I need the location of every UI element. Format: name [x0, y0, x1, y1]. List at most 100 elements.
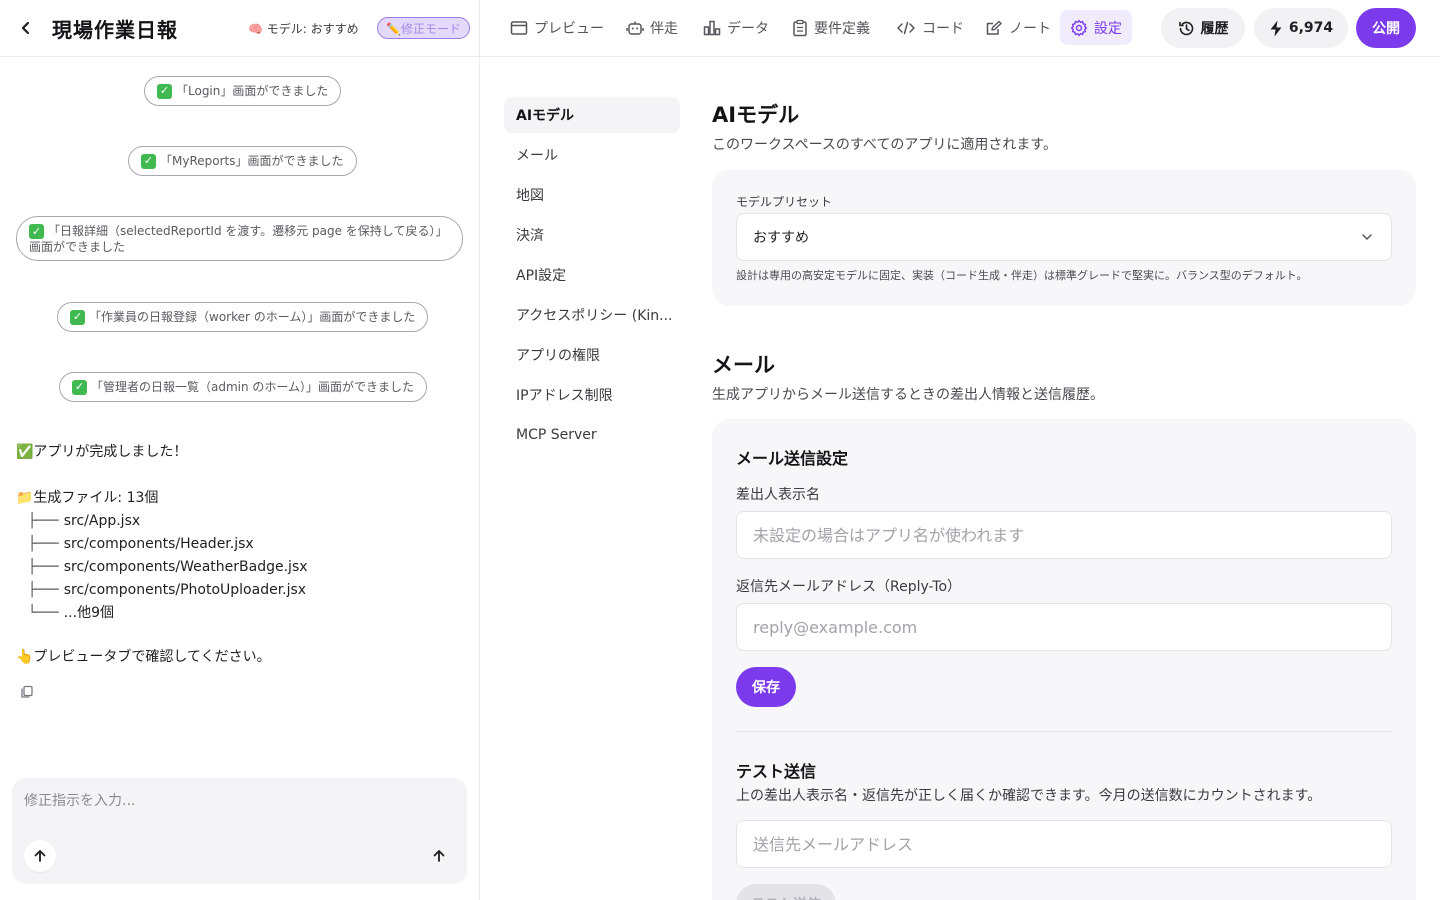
settings-nav-mcp-server[interactable]: MCP Server — [504, 417, 680, 453]
chart-icon — [703, 20, 721, 35]
preview-message: 👆プレビュータブで確認してください。 — [16, 649, 271, 665]
settings-nav-access-policy[interactable]: アクセスポリシー (Kin... — [504, 297, 680, 333]
tab-companion[interactable]: 伴走 — [616, 10, 688, 45]
arrow-up-icon — [433, 850, 445, 862]
publish-button[interactable]: 公開 — [1356, 8, 1416, 48]
settings-nav-mail[interactable]: メール — [504, 137, 680, 173]
settings-nav-api[interactable]: API設定 — [504, 257, 680, 293]
divider — [736, 731, 1392, 732]
sender-label: 差出人表示名 — [736, 487, 820, 503]
settings-nav-map[interactable]: 地図 — [504, 177, 680, 213]
tab-code[interactable]: コード — [886, 10, 974, 45]
model-indicator[interactable]: 🧠 モデル: おすすめ — [248, 20, 359, 37]
test-send-button[interactable]: テスト送信 — [736, 884, 836, 900]
tab-label: ノート — [1009, 20, 1051, 37]
file-tree-item: ├─── src/components/Header.jsx — [28, 536, 254, 552]
chat-header: 現場作業日報 🧠 モデル: おすすめ ✏️修正モード — [0, 0, 479, 57]
completion-message: ✅アプリが完成しました！ — [16, 444, 188, 460]
settings-nav-app-permissions[interactable]: アプリの権限 — [504, 337, 680, 373]
status-pill: ✓ 「MyReports」画面ができました — [128, 146, 357, 176]
save-button[interactable]: 保存 — [736, 667, 796, 707]
settings-nav-payment[interactable]: 決済 — [504, 217, 680, 253]
chat-composer — [12, 778, 467, 884]
lightning-icon — [1270, 20, 1282, 36]
reply-to-input[interactable] — [736, 603, 1392, 651]
preset-hint: 設計は専用の高安定モデルに固定、実装（コード生成・伴走）は標準グレードで堅実に。… — [736, 269, 1308, 282]
test-send-title: テスト送信 — [736, 762, 817, 781]
file-name: src/components/Header.jsx — [63, 536, 254, 552]
app-root: 現場作業日報 🧠 モデル: おすすめ ✏️修正モード ✓ 「Login」画面ができ… — [0, 0, 1440, 900]
edit-mode-badge[interactable]: ✏️修正モード — [377, 17, 470, 39]
mail-description: 生成アプリからメール送信するときの差出人情報と送信履歴。 — [712, 387, 1104, 403]
file-tree-item: ├─── src/components/PhotoUploader.jsx — [28, 582, 307, 598]
status-pill: ✓ 「作業員の日報登録（worker のホーム）」画面ができました — [57, 302, 429, 332]
file-tree: ├─── src/App.jsx ├─── src/components/Heade… — [28, 510, 308, 625]
robot-icon — [626, 21, 644, 35]
credits-count: 6,974 — [1288, 20, 1334, 36]
preset-label: モデルプリセット — [736, 195, 833, 209]
status-pill-text: 「日報詳細（selectedReportId を渡す。遷移元 page を保持し… — [29, 224, 448, 254]
tab-settings[interactable]: 設定 — [1060, 10, 1132, 45]
history-label: 履歴 — [1200, 21, 1229, 37]
settings-nav-ai-model[interactable]: AIモデル — [504, 97, 680, 133]
settings-sidebar: AIモデル メール 地図 決済 API設定 アクセスポリシー (Kin... ア… — [504, 97, 680, 457]
scroll-up-button[interactable] — [24, 840, 56, 872]
ai-model-title: AIモデル — [712, 103, 800, 127]
test-send-description: 上の差出人表示名・返信先が正しく届くか確認できます。今月の送信数にカウントされま… — [736, 788, 1322, 804]
gear-icon — [1070, 19, 1088, 36]
clipboard-icon — [793, 19, 807, 36]
tab-label: プレビュー — [534, 20, 604, 37]
reply-to-label: 返信先メールアドレス（Reply-To） — [736, 579, 962, 595]
tab-label: コード — [922, 20, 964, 37]
app-title: 現場作業日報 — [52, 18, 178, 42]
back-button[interactable] — [14, 16, 38, 40]
model-preset-value: おすすめ — [753, 230, 809, 246]
sender-name-input[interactable] — [736, 511, 1392, 559]
tab-label: 要件定義 — [814, 20, 870, 37]
file-tree-item: ├─── src/App.jsx — [28, 513, 141, 529]
chat-panel: 現場作業日報 🧠 モデル: おすすめ ✏️修正モード ✓ 「Login」画面ができ… — [0, 0, 480, 900]
history-icon — [1178, 21, 1193, 35]
tab-label: 設定 — [1094, 20, 1122, 37]
chat-log: ✓ 「Login」画面ができました ✓ 「MyReports」画面ができました ✓ 「… — [0, 57, 479, 762]
files-heading: 📁生成ファイル: 13個 — [16, 490, 159, 506]
check-icon: ✓ — [157, 83, 172, 99]
chevron-left-icon — [21, 21, 30, 35]
file-name: ...他9個 — [63, 605, 114, 621]
status-pill: ✓ 「日報詳細（selectedReportId を渡す。遷移元 page を保持… — [16, 216, 463, 261]
tab-notes[interactable]: ノート — [975, 10, 1061, 45]
check-icon: ✓ — [70, 309, 85, 325]
settings-content: AIモデル このワークスペースのすべてのアプリに適用されます。 モデルプリセット… — [712, 57, 1416, 900]
status-pill-text: 「Login」画面ができました — [176, 84, 329, 98]
check-icon: ✓ — [72, 379, 87, 395]
tab-label: 伴走 — [650, 20, 678, 37]
send-button[interactable] — [423, 840, 455, 872]
top-navigation: プレビュー 伴走 データ 要件定義 コード ノート 設定 履歴 6,974 公開 — [480, 0, 1440, 57]
tab-requirements[interactable]: 要件定義 — [782, 10, 880, 45]
mail-settings-title: メール送信設定 — [736, 449, 849, 468]
ai-model-card: モデルプリセット おすすめ 設計は専用の高安定モデルに固定、実装（コード生成・伴… — [712, 170, 1416, 306]
copy-icon[interactable] — [19, 684, 35, 700]
history-button[interactable]: 履歴 — [1161, 8, 1245, 48]
credits-button[interactable]: 6,974 — [1254, 8, 1348, 48]
mail-card: メール送信設定 差出人表示名 返信先メールアドレス（Reply-To） 保存 テ… — [712, 419, 1416, 900]
file-name: src/App.jsx — [63, 513, 141, 529]
window-icon — [510, 20, 528, 35]
arrow-up-icon — [34, 850, 46, 862]
note-icon — [986, 20, 1002, 35]
status-pill-text: 「MyReports」画面ができました — [160, 154, 344, 168]
test-recipient-input[interactable] — [736, 820, 1392, 868]
file-tree-item: └─── ...他9個 — [28, 605, 114, 621]
tab-preview[interactable]: プレビュー — [500, 10, 614, 45]
status-pill-text: 「作業員の日報登録（worker のホーム）」画面ができました — [89, 310, 416, 324]
ai-model-description: このワークスペースのすべてのアプリに適用されます。 — [712, 137, 1057, 153]
mail-title: メール — [712, 353, 775, 377]
chevron-down-icon — [1362, 234, 1372, 240]
model-preset-select[interactable]: おすすめ — [736, 213, 1392, 261]
status-pill: ✓ 「Login」画面ができました — [144, 76, 342, 106]
tab-label: データ — [727, 20, 769, 37]
tab-data[interactable]: データ — [693, 10, 779, 45]
settings-nav-ip-restriction[interactable]: IPアドレス制限 — [504, 377, 680, 413]
status-pill-text: 「管理者の日報一覧（admin のホーム）」画面ができました — [91, 380, 415, 394]
instruction-input[interactable] — [24, 790, 444, 830]
